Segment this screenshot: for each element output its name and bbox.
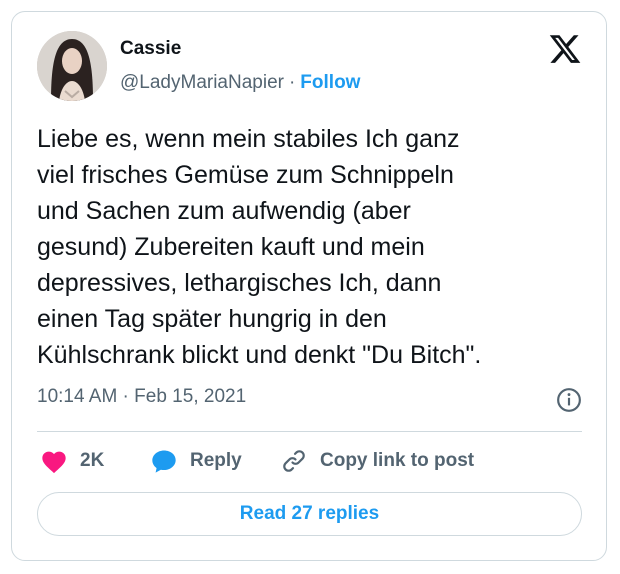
tweet-text: Liebe es, wenn mein stabiles Ich ganz vi… bbox=[37, 125, 482, 369]
author-handle-row: @LadyMariaNapier · Follow bbox=[120, 72, 360, 94]
heart-icon bbox=[40, 448, 68, 474]
read-replies-button[interactable]: Read 27 replies bbox=[37, 492, 582, 536]
reply-label: Reply bbox=[190, 450, 242, 471]
info-icon[interactable] bbox=[556, 387, 582, 413]
author-handle[interactable]: @LadyMariaNapier bbox=[120, 72, 284, 93]
like-button[interactable]: 2K bbox=[40, 448, 104, 474]
divider bbox=[37, 431, 582, 432]
link-icon bbox=[280, 448, 308, 474]
avatar-image bbox=[37, 31, 107, 101]
avatar[interactable] bbox=[37, 31, 107, 101]
separator-dot: · bbox=[288, 72, 296, 93]
tweet-card: Cassie @LadyMariaNapier · Follow Liebe es,… bbox=[11, 11, 607, 561]
speech-bubble-icon bbox=[150, 448, 178, 474]
author-name[interactable]: Cassie bbox=[120, 38, 181, 60]
x-logo-icon[interactable] bbox=[548, 32, 582, 66]
tweet-timestamp[interactable]: 10:14 AM · Feb 15, 2021 bbox=[37, 386, 246, 408]
follow-button[interactable]: Follow bbox=[300, 72, 360, 93]
copy-link-button[interactable]: Copy link to post bbox=[280, 448, 474, 474]
like-count: 2K bbox=[80, 450, 105, 471]
reply-button[interactable]: Reply bbox=[150, 448, 242, 474]
copy-link-label: Copy link to post bbox=[320, 450, 475, 471]
